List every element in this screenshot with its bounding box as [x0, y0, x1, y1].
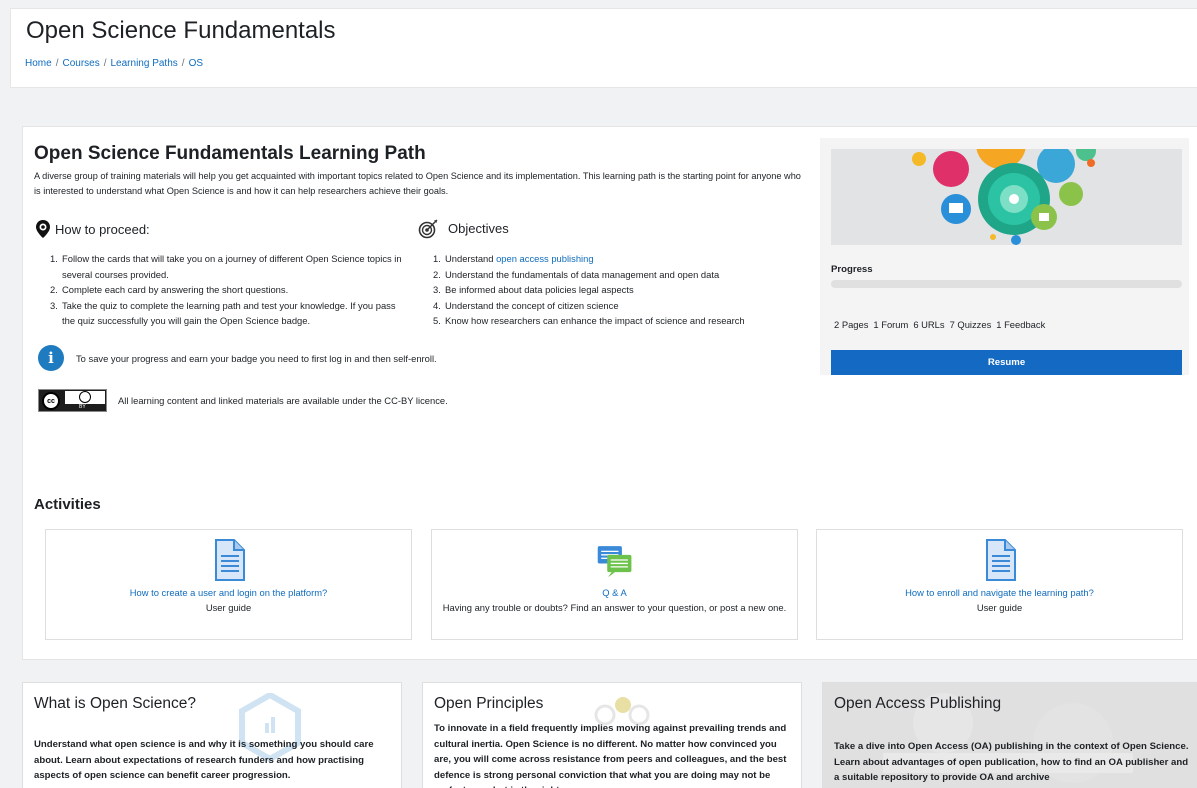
open-access-publishing-link[interactable]: open access publishing [496, 253, 593, 264]
list-number: 2. [433, 268, 441, 280]
feedback-count: 1 Feedback [996, 319, 1046, 330]
activity-subtitle: User guide [976, 602, 1023, 613]
activity-card[interactable]: How to create a user and login on the pl… [45, 529, 412, 640]
resume-button[interactable]: Resume [831, 350, 1182, 375]
breadcrumb-courses[interactable]: Courses [62, 58, 99, 69]
list-number: 2. [50, 284, 58, 295]
learning-path-description: A diverse group of training materials wi… [34, 171, 801, 196]
objectives-heading: Objectives [418, 217, 509, 239]
location-pin-icon [34, 219, 52, 239]
activity-card-text: Q & A Having any trouble or doubts? Find… [440, 585, 789, 615]
list-number: 4. [433, 299, 441, 311]
how-to-proceed-heading: How to proceed: [34, 219, 150, 239]
list-text: Know how researchers can enhance the imp… [445, 315, 745, 326]
list-number: 3. [50, 299, 58, 311]
activity-link[interactable]: How to create a user and login on the pl… [130, 587, 328, 598]
progress-label: Progress [831, 264, 873, 275]
how-to-proceed-label: How to proceed: [55, 221, 150, 237]
list-number: 1. [433, 253, 441, 264]
forum-count: 1 Forum [873, 319, 909, 330]
course-card-title: Open Principles [434, 695, 544, 712]
course-card[interactable]: Open Access Publishing Take a dive into … [822, 682, 1197, 788]
activities-heading: Activities [34, 496, 101, 513]
page-icon [210, 538, 248, 582]
course-card-text: To innovate in a field frequently implie… [434, 723, 787, 788]
urls-count: 6 URLs [913, 319, 945, 330]
activity-card[interactable]: How to enroll and navigate the learning … [816, 529, 1183, 640]
list-item: 5. Know how researchers can enhance the i… [433, 313, 793, 329]
login-info-text: To save your progress and earn your badg… [76, 352, 437, 364]
page-title: Open Science Fundamentals [26, 17, 336, 44]
objective-prefix: Understand [445, 253, 497, 264]
licence-text: All learning content and linked material… [118, 395, 448, 406]
list-item: 1. Understand open access publishing [433, 251, 793, 267]
breadcrumb-separator: / [55, 58, 59, 69]
activity-card-text: How to enroll and navigate the learning … [825, 585, 1174, 615]
activity-counts: 2 Pages 1 Forum 6 URLs 7 Quizzes 1 Feedb… [834, 319, 1045, 330]
how-to-proceed-list: 1. Follow the cards that will take you on… [50, 251, 410, 329]
learning-path-card: Open Science Fundamentals Learning Path … [22, 126, 1197, 660]
objectives-label: Objectives [448, 220, 509, 236]
breadcrumb-separator: / [103, 58, 107, 69]
list-text: Understand the fundamentals of data mana… [445, 268, 720, 280]
list-text: Take the quiz to complete the learning p… [62, 299, 396, 327]
objectives-list: 1. Understand open access publishing 2. Un… [433, 251, 793, 329]
course-card[interactable]: What is Open Science? Understand what op… [22, 682, 402, 788]
by-label: BY [79, 404, 86, 410]
target-icon [418, 217, 440, 239]
list-item: 2. Understand the fundamentals of data ma… [433, 267, 793, 283]
progress-bar [831, 280, 1182, 288]
attribution-icon [65, 391, 105, 404]
forum-icon [596, 538, 634, 582]
list-text: Understand the concept of citizen scienc… [445, 299, 619, 311]
list-item: 1. Follow the cards that will take you on… [50, 251, 410, 282]
activity-card[interactable]: Q & A Having any trouble or doubts? Find… [431, 529, 798, 640]
breadcrumb-learning-paths[interactable]: Learning Paths [111, 58, 178, 69]
open-science-banner-image [831, 149, 1182, 245]
list-item: 3. Take the quiz to complete the learning… [50, 298, 410, 329]
page-icon [981, 538, 1019, 582]
course-card-text: Understand what open science is and why … [34, 739, 374, 781]
course-card-title: What is Open Science? [34, 695, 196, 712]
list-number: 1. [50, 253, 58, 264]
page-header: Open Science Fundamentals Home / Courses / L… [10, 8, 1197, 88]
activity-subtitle: User guide [205, 602, 252, 613]
list-text: Follow the cards that will take you on a… [62, 253, 402, 280]
pages-count: 2 Pages [834, 319, 869, 330]
activity-link[interactable]: Q & A [602, 587, 627, 598]
info-icon: i [38, 345, 64, 371]
quizzes-count: 7 Quizzes [949, 319, 992, 330]
breadcrumb-home[interactable]: Home [25, 58, 52, 69]
course-card-text: Take a dive into Open Access (OA) publis… [834, 741, 1189, 783]
breadcrumb: Home / Courses / Learning Paths / OS [25, 58, 203, 69]
list-number: 5. [433, 315, 441, 326]
course-summary-panel: Progress 2 Pages 1 Forum 6 URLs 7 Quizze… [820, 138, 1189, 375]
breadcrumb-os[interactable]: OS [189, 58, 203, 69]
cc-by-licence-icon: cc BY [38, 389, 107, 412]
list-item: 3. Be informed about data policies legal … [433, 282, 793, 298]
list-item: 2. Complete each card by answering the sh… [50, 282, 410, 298]
activity-subtitle: Having any trouble or doubts? Find an an… [442, 602, 787, 613]
list-item: 4. Understand the concept of citizen scie… [433, 298, 793, 314]
list-text: Be informed about data policies legal as… [445, 284, 634, 295]
list-text: Complete each card by answering the shor… [62, 284, 289, 295]
cc-icon: cc [42, 392, 60, 410]
learning-path-title: Open Science Fundamentals Learning Path [34, 143, 426, 164]
list-text: Understand open access publishing [445, 251, 594, 267]
activity-link[interactable]: How to enroll and navigate the learning … [905, 587, 1094, 598]
course-card-title: Open Access Publishing [834, 695, 1002, 712]
course-card[interactable]: Open Principles To innovate in a field f… [422, 682, 802, 788]
login-info-note: i To save your progress and earn your ba… [38, 345, 437, 371]
list-number: 3. [433, 284, 441, 295]
breadcrumb-separator: / [181, 58, 185, 69]
activity-card-text: How to create a user and login on the pl… [54, 585, 403, 615]
licence-note: cc BY All learning content and linked ma… [38, 389, 448, 412]
